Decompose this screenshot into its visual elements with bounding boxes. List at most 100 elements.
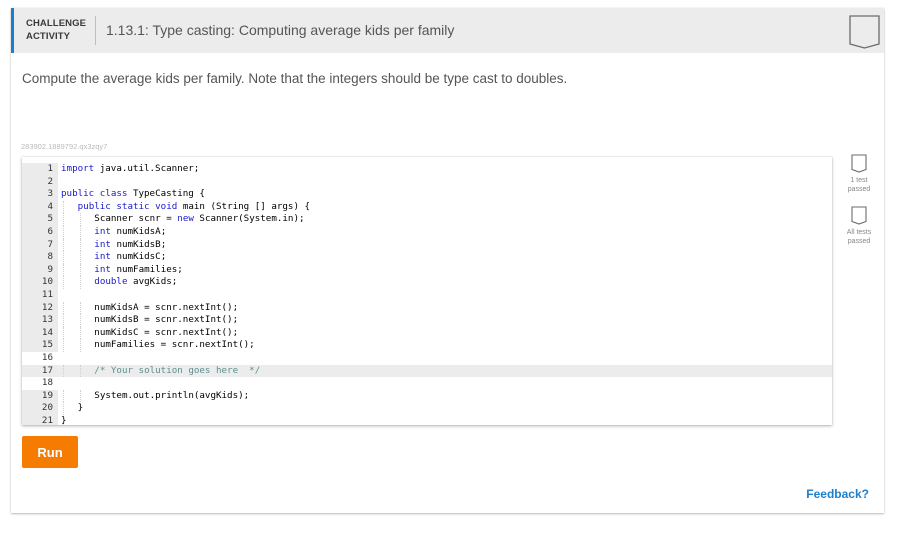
code-line[interactable]: 8 int numKidsC;: [22, 251, 832, 264]
indent-guide: [79, 251, 81, 264]
code-text: numKidsC = scnr.nextInt();: [94, 327, 238, 340]
line-number: 14: [22, 326, 58, 340]
line-number: 21: [22, 415, 58, 425]
indent-guide: [79, 226, 81, 239]
code-keyword: int: [94, 263, 111, 275]
line-number: 9: [22, 263, 58, 277]
code-text: numFamilies = scnr.nextInt();: [94, 339, 254, 352]
code-token: numFamilies = scnr.nextInt();: [94, 339, 255, 351]
indent-guide: [63, 226, 64, 239]
code-text: System.out.println(avgKids);: [94, 390, 249, 403]
instructions-text: Compute the average kids per family. Not…: [22, 71, 568, 86]
code-token: java.util.Scanner;: [94, 163, 200, 174]
completion-badge-icon: [849, 15, 880, 49]
indent-guide: [79, 276, 81, 289]
line-number: 15: [22, 339, 58, 352]
code-token: Scanner(System.in);: [193, 213, 305, 225]
test-badge-all-tests: All tests passed: [839, 206, 879, 246]
code-text: int numKidsC;: [94, 251, 166, 264]
code-line[interactable]: 15 numFamilies = scnr.nextInt();: [22, 339, 832, 352]
code-line[interactable]: 17 /* Your solution goes here */: [22, 364, 832, 378]
code-token: numKidsC;: [110, 251, 167, 263]
activity-header: CHALLENGE ACTIVITY 1.13.1: Type casting:…: [11, 8, 884, 53]
code-line[interactable]: 4 public static void main (String [] args…: [22, 200, 832, 214]
line-number: 18: [22, 377, 58, 390]
line-number: 8: [22, 251, 58, 264]
code-token: numKidsB = scnr.nextInt();: [94, 314, 239, 326]
code-line[interactable]: 14 numKidsC = scnr.nextInt();: [22, 326, 832, 340]
code-line[interactable]: 20}: [22, 402, 832, 415]
code-text: public static void main (String [] args)…: [78, 201, 310, 214]
indent-guide: [79, 364, 81, 378]
line-number: 16: [22, 352, 58, 365]
line-number: 2: [22, 175, 58, 189]
code-text: numKidsB = scnr.nextInt();: [94, 314, 238, 327]
indent-guide: [63, 238, 64, 252]
test-badge-label: 1 test passed: [847, 177, 871, 193]
code-line[interactable]: 21}: [22, 415, 832, 425]
code-text: numKidsA = scnr.nextInt();: [94, 302, 238, 315]
code-line[interactable]: 19 System.out.println(avgKids);: [22, 389, 832, 403]
line-number: 7: [22, 238, 58, 252]
indent-guide: [63, 301, 64, 315]
test-badge-icon: [851, 154, 867, 173]
indent-guide: [63, 263, 64, 277]
code-line[interactable]: 9 int numFamilies;: [22, 263, 832, 277]
activity-type-label: CHALLENGE ACTIVITY: [26, 17, 86, 43]
line-number: 10: [22, 276, 58, 289]
code-editor[interactable]: 1 import java.util.Scanner; 2 3 public class…: [22, 157, 832, 425]
line-number: 4: [22, 200, 58, 214]
activity-type-line1: CHALLENGE: [26, 18, 87, 29]
indent-guide: [63, 389, 64, 403]
code-line[interactable]: 2: [22, 175, 832, 189]
line-number: 19: [22, 389, 58, 403]
code-keyword: import: [61, 163, 95, 174]
indent-guide: [79, 263, 81, 277]
indent-guide: [63, 326, 64, 340]
line-number: 13: [22, 314, 58, 327]
code-line[interactable]: 18: [22, 377, 832, 390]
code-text: }: [61, 415, 67, 425]
code-line[interactable]: 1 import java.util.Scanner;: [22, 163, 832, 176]
code-line[interactable]: 16: [22, 352, 832, 365]
code-token: System.out.println(avgKids);: [94, 389, 250, 401]
line-number: 17: [22, 364, 58, 378]
indent-guide: [63, 251, 64, 264]
run-button[interactable]: Run: [22, 436, 78, 468]
line-number: 12: [22, 301, 58, 315]
code-id: 283902.1889792.qx3zqy7: [21, 142, 108, 151]
challenge-activity-card: CHALLENGE ACTIVITY 1.13.1: Type casting:…: [11, 8, 884, 513]
code-text: import java.util.Scanner;: [61, 163, 199, 176]
code-line[interactable]: 11: [22, 289, 832, 302]
line-number: 3: [22, 188, 58, 201]
code-token: }: [61, 415, 67, 425]
indent-guide: [63, 213, 64, 226]
code-line[interactable]: 10 double avgKids;: [22, 276, 832, 289]
feedback-link[interactable]: Feedback?: [806, 487, 869, 501]
code-comment: /* Your solution goes here */: [94, 364, 261, 376]
code-token: avgKids;: [127, 276, 178, 288]
test-badge-label: All tests passed: [846, 229, 872, 245]
line-number: 5: [22, 213, 58, 226]
code-keyword: void: [155, 200, 178, 212]
indent-guide: [79, 389, 81, 403]
code-keyword: public: [77, 200, 111, 212]
code-line[interactable]: 5 Scanner scnr = new Scanner(System.in);: [22, 213, 832, 226]
code-keyword: class: [99, 188, 128, 200]
code-text: int numFamilies;: [94, 264, 183, 277]
header-divider: [95, 16, 96, 45]
code-text: /* Your solution goes here */: [94, 365, 260, 378]
indent-guide: [79, 339, 81, 352]
code-line[interactable]: 6 int numKidsA;: [22, 226, 832, 239]
indent-guide: [79, 314, 81, 327]
code-line[interactable]: 3 public class TypeCasting {: [22, 188, 832, 201]
line-number: 11: [22, 289, 58, 302]
indent-guide: [63, 364, 64, 378]
line-number: 1: [22, 163, 58, 176]
code-text: Scanner scnr = new Scanner(System.in);: [94, 213, 304, 226]
code-keyword: public: [61, 188, 95, 200]
code-line[interactable]: 13 numKidsB = scnr.nextInt();: [22, 314, 832, 327]
code-line[interactable]: 12 numKidsA = scnr.nextInt();: [22, 301, 832, 315]
code-line[interactable]: 7 int numKidsB;: [22, 238, 832, 252]
indent-guide: [79, 301, 81, 315]
